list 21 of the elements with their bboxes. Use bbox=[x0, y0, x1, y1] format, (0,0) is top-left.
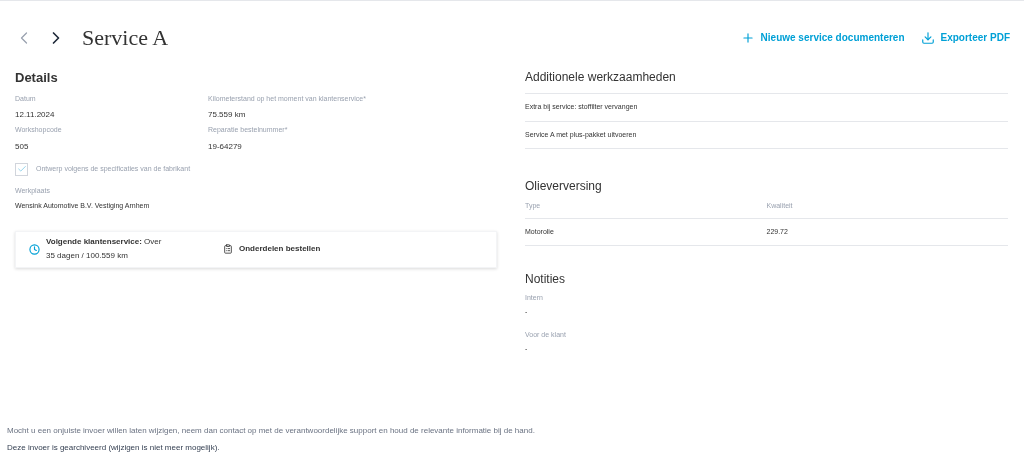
field-value: 12.11.2024 bbox=[15, 109, 56, 121]
order-parts-link[interactable]: Onderdelen bestellen bbox=[223, 243, 321, 255]
next-service-text: Volgende klantenservice: Over bbox=[46, 236, 163, 248]
action-link[interactable]: Exporteer PDF bbox=[920, 30, 1010, 45]
field-value: 75.559 km bbox=[208, 109, 247, 121]
next-service-detail: 35 dagen / 100.559 km bbox=[46, 250, 129, 262]
section-heading: Olieverversing bbox=[525, 178, 603, 195]
archived-text: Deze invoer is gearchiveerd (wijzigen is niet meer mogelijk). bbox=[7, 442, 221, 454]
check-icon bbox=[16, 164, 27, 174]
clock-icon bbox=[29, 243, 40, 255]
section-heading: Notities bbox=[525, 271, 566, 288]
clipboard-icon bbox=[223, 244, 233, 254]
field-value: 19-64279 bbox=[208, 140, 243, 153]
notice-text: Mocht u een onjuiste invoer willen laten wijzigen, neem dan contact op met de verantwoordelijke support en houd de relevante informatie bij de hand. bbox=[7, 425, 535, 437]
field-value: 505 bbox=[15, 140, 30, 153]
section-heading: Details bbox=[15, 69, 59, 87]
action-link[interactable]: Nieuwe service documenteren bbox=[740, 30, 905, 45]
page-title: Service A bbox=[82, 24, 169, 52]
section-heading: Additionele werkzaamheden bbox=[525, 68, 1008, 94]
download-icon bbox=[920, 30, 935, 45]
plus-icon bbox=[740, 30, 755, 45]
